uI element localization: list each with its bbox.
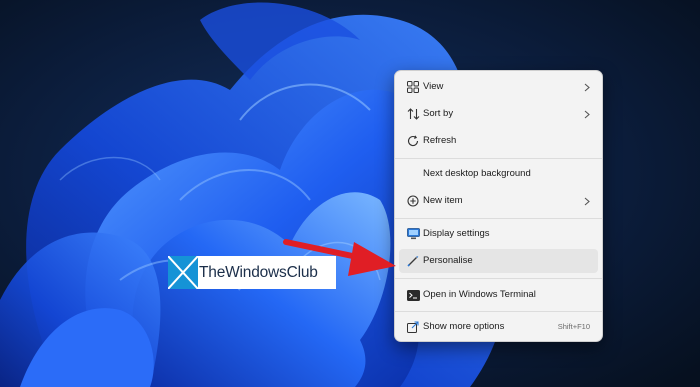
chevron-right-icon <box>582 194 592 208</box>
menu-item-label: Show more options <box>423 321 505 332</box>
menu-item-label: Refresh <box>423 135 457 146</box>
desktop-context-menu: View Sort by Refresh Next desktop backgr… <box>394 70 603 342</box>
menu-item-open-in-windows-terminal[interactable]: Open in Windows Terminal <box>399 283 598 307</box>
chevron-right-icon <box>582 107 592 121</box>
menu-separator <box>395 158 602 159</box>
menu-item-new-item[interactable]: New item <box>399 189 598 213</box>
plus-circle-icon <box>405 193 421 209</box>
chevron-right-icon <box>582 80 592 94</box>
menu-item-label: Display settings <box>423 228 490 239</box>
menu-separator <box>395 311 602 312</box>
menu-item-show-more-options[interactable]: Show more options Shift+F10 <box>399 315 598 339</box>
menu-item-personalise[interactable]: Personalise <box>399 249 598 273</box>
sort-arrows-icon <box>405 106 421 122</box>
menu-separator <box>395 218 602 219</box>
watermark-text: TheWindowsClub <box>199 264 318 281</box>
menu-item-label: Sort by <box>423 108 454 119</box>
watermark: TheWindowsClub <box>168 256 336 289</box>
menu-item-label: New item <box>423 195 463 206</box>
menu-item-label: View <box>423 81 444 92</box>
menu-item-display-settings[interactable]: Display settings <box>399 222 598 246</box>
menu-item-next-desktop-background[interactable]: Next desktop background <box>399 162 598 186</box>
shortcut-hint: Shift+F10 <box>557 322 590 331</box>
share-icon <box>405 319 421 335</box>
thewindowsclub-logo <box>168 256 198 289</box>
terminal-icon <box>405 287 421 303</box>
grid-icon <box>405 79 421 95</box>
menu-item-label: Personalise <box>423 255 473 266</box>
menu-item-view[interactable]: View <box>399 75 598 99</box>
menu-separator <box>395 278 602 279</box>
menu-item-label: Open in Windows Terminal <box>423 289 536 300</box>
refresh-icon <box>405 133 421 149</box>
menu-item-sort-by[interactable]: Sort by <box>399 102 598 126</box>
menu-item-label: Next desktop background <box>423 168 531 179</box>
menu-item-refresh[interactable]: Refresh <box>399 129 598 153</box>
